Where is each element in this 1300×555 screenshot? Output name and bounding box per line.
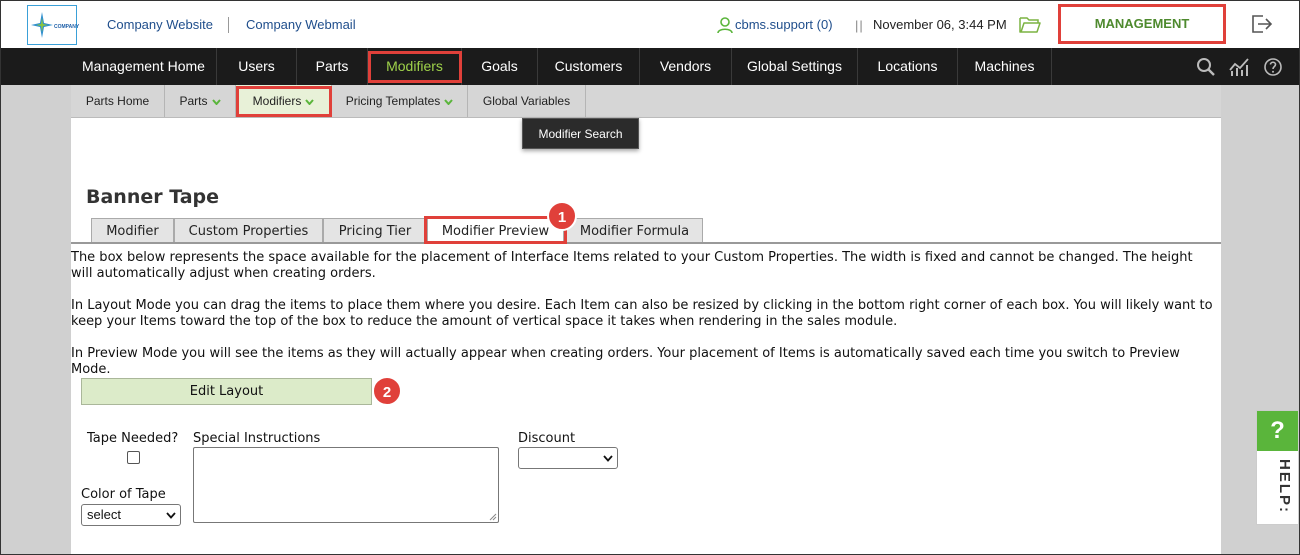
top-bar: COMPANY Company Website Company Webmail … [0, 0, 1300, 48]
tab-pricing-tier[interactable]: Pricing Tier [323, 218, 427, 243]
subnav-parts-home[interactable]: Parts Home [71, 85, 165, 117]
subnav-label: Parts [179, 94, 208, 108]
nav-parts[interactable]: Parts [297, 48, 368, 85]
logo-star-icon [31, 12, 53, 38]
chevron-down-icon [603, 455, 613, 462]
nav-customers[interactable]: Customers [538, 48, 640, 85]
subnav-label: Parts Home [85, 94, 150, 108]
special-instructions-label: Special Instructions [193, 431, 321, 446]
tab-custom-properties[interactable]: Custom Properties [174, 218, 323, 243]
discount-select[interactable] [518, 447, 618, 469]
nav-modifiers[interactable]: Modifiers [368, 48, 462, 85]
tab-modifier-preview[interactable]: Modifier Preview [427, 218, 564, 244]
subnav-parts[interactable]: Parts [165, 85, 236, 117]
user-account-link[interactable]: cbms.support (0) [735, 17, 833, 32]
analytics-icon[interactable] [1228, 57, 1250, 77]
company-logo[interactable]: COMPANY [27, 5, 80, 45]
help-circle-icon[interactable] [1263, 57, 1283, 77]
help-tab[interactable]: ? HELP: [1256, 410, 1298, 525]
left-gutter [0, 85, 71, 555]
nav-locations[interactable]: Locations [858, 48, 958, 85]
subnav-label: Global Variables [482, 94, 571, 108]
tab-modifier[interactable]: Modifier [91, 218, 174, 243]
tab-modifier-formula[interactable]: Modifier Formula [566, 218, 703, 243]
divider [228, 17, 229, 33]
current-datetime: November 06, 3:44 PM [873, 17, 1007, 32]
chevron-down-icon [166, 512, 176, 519]
subnav-label: Pricing Templates [345, 94, 441, 108]
logout-icon[interactable] [1251, 14, 1273, 34]
nav-global-settings[interactable]: Global Settings [732, 48, 858, 85]
folder-icon[interactable] [1019, 14, 1041, 34]
annotation-badge-1: 1 [547, 201, 577, 231]
nav-machines[interactable]: Machines [958, 48, 1052, 85]
nav-management-home[interactable]: Management Home [71, 48, 217, 85]
subnav-modifiers[interactable]: Modifiers [236, 85, 332, 117]
company-website-link[interactable]: Company Website [107, 17, 213, 32]
sub-nav: Parts Home Parts Modifiers Pricing Templ… [71, 85, 1221, 118]
description-paragraph-1: The box below represents the space avail… [71, 250, 1193, 281]
search-icon[interactable] [1196, 57, 1216, 77]
user-icon [717, 17, 733, 34]
subnav-label: Modifiers [252, 94, 302, 108]
color-of-tape-label: Color of Tape [81, 487, 166, 502]
chevron-down-icon [211, 99, 221, 105]
description-paragraph-3: In Preview Mode you will see the items a… [71, 346, 1180, 377]
annotation-badge-2: 2 [372, 376, 402, 406]
management-button[interactable]: MANAGEMENT [1058, 4, 1226, 44]
color-of-tape-select[interactable]: select [81, 504, 181, 526]
edit-layout-button[interactable]: Edit Layout [81, 378, 372, 405]
subnav-pricing-templates[interactable]: Pricing Templates [332, 85, 468, 117]
help-question-icon: ? [1257, 411, 1298, 451]
tape-needed-label: Tape Needed? [87, 431, 179, 446]
chevron-down-icon [305, 99, 315, 105]
nav-goals[interactable]: Goals [462, 48, 538, 85]
page-title: Banner Tape [86, 186, 220, 208]
nav-users[interactable]: Users [217, 48, 297, 85]
special-instructions-textarea[interactable] [193, 447, 499, 523]
tabs-baseline [71, 242, 1221, 244]
main-nav: Management Home Users Parts Modifiers Go… [0, 48, 1300, 85]
subnav-global-variables[interactable]: Global Variables [468, 85, 586, 117]
chevron-down-icon [444, 99, 454, 105]
logo-text: COMPANY [54, 24, 80, 30]
resize-grip-icon[interactable] [489, 513, 497, 521]
tape-needed-checkbox[interactable] [127, 451, 140, 464]
discount-label: Discount [518, 431, 576, 446]
modifier-search-menu-item[interactable]: Modifier Search [522, 118, 639, 149]
description-paragraph-2: In Layout Mode you can drag the items to… [71, 298, 1213, 329]
divider-double: || [855, 18, 864, 33]
color-of-tape-selected-value: select [87, 507, 121, 522]
nav-vendors[interactable]: Vendors [640, 48, 732, 85]
company-webmail-link[interactable]: Company Webmail [246, 17, 356, 32]
help-label: HELP: [1276, 459, 1293, 514]
